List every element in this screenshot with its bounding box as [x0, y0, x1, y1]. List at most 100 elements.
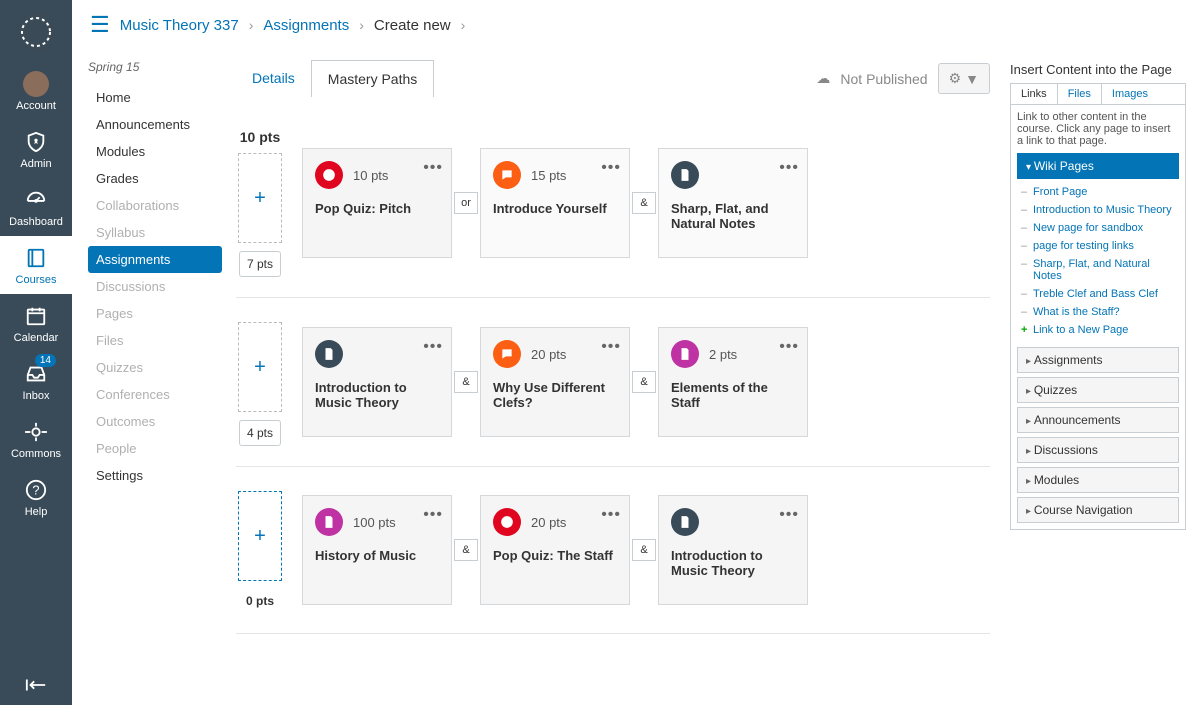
course-nav-announcements[interactable]: Announcements	[88, 111, 222, 138]
path-card[interactable]: ••• 20 pts Why Use Different Clefs?	[480, 327, 630, 437]
nav-label: Admin	[20, 158, 51, 170]
path-card[interactable]: •••15 ptsIntroduce Yourself	[480, 148, 630, 258]
accordion-announcements[interactable]: Announcements	[1017, 407, 1179, 433]
course-nav-settings[interactable]: Settings	[88, 462, 222, 489]
range-top: 10 pts	[240, 129, 280, 145]
help-icon: ?	[0, 476, 72, 504]
tab-details[interactable]: Details	[236, 60, 311, 97]
course-nav-home[interactable]: Home	[88, 84, 222, 111]
course-nav-quizzes[interactable]: Quizzes	[88, 354, 222, 381]
conjunction-&[interactable]: &	[454, 539, 478, 561]
accordion-assignments[interactable]: Assignments	[1017, 347, 1179, 373]
accordion-wiki-pages[interactable]: Wiki Pages	[1017, 153, 1179, 179]
card-title: Why Use Different Clefs?	[493, 380, 617, 410]
wiki-page-link[interactable]: Treble Clef and Bass Clef	[1019, 285, 1177, 303]
hamburger-icon[interactable]: ☰	[90, 12, 110, 38]
course-nav-collaborations[interactable]: Collaborations	[88, 192, 222, 219]
wiki-page-link[interactable]: New page for sandbox	[1019, 219, 1177, 237]
course-nav-conferences[interactable]: Conferences	[88, 381, 222, 408]
nav-account[interactable]: Account	[0, 62, 72, 120]
path-card[interactable]: ••• Introduction to Music Theory	[658, 495, 808, 605]
card-menu-button[interactable]: •••	[601, 338, 621, 356]
sidebar-tab-images[interactable]: Images	[1102, 84, 1158, 104]
sidebar-title: Insert Content into the Page	[1010, 62, 1186, 77]
sidebar-tab-links[interactable]: Links	[1011, 84, 1058, 104]
nav-dashboard[interactable]: Dashboard	[0, 178, 72, 236]
nav-label: Inbox	[23, 390, 50, 402]
wiki-page-link[interactable]: Sharp, Flat, and Natural Notes	[1019, 255, 1177, 285]
accordion-quizzes[interactable]: Quizzes	[1017, 377, 1179, 403]
card-points: 20 pts	[531, 347, 566, 362]
sidebar-tab-files[interactable]: Files	[1058, 84, 1102, 104]
add-item-slot[interactable]: +	[238, 322, 282, 412]
card-points: 15 pts	[531, 168, 566, 183]
link-new-page[interactable]: Link to a New Page	[1019, 321, 1177, 339]
page-icon	[671, 161, 699, 189]
course-nav-outcomes[interactable]: Outcomes	[88, 408, 222, 435]
card-menu-button[interactable]: •••	[423, 506, 443, 524]
sidebar-hint: Link to other content in the course. Cli…	[1017, 111, 1179, 147]
card-menu-button[interactable]: •••	[779, 506, 799, 524]
course-nav-people[interactable]: People	[88, 435, 222, 462]
conjunction-&[interactable]: &	[454, 371, 478, 393]
range-bottom[interactable]: 4 pts	[239, 420, 281, 446]
course-nav-grades[interactable]: Grades	[88, 165, 222, 192]
path-card[interactable]: •••Introduction to Music Theory	[302, 327, 452, 437]
card-menu-button[interactable]: •••	[779, 338, 799, 356]
collapse-nav-button[interactable]	[25, 665, 47, 705]
path-card[interactable]: ••• 10 pts Pop Quiz: Pitch	[302, 148, 452, 258]
chevron-right-icon: ›	[461, 17, 466, 33]
wiki-page-link[interactable]: Front Page	[1019, 183, 1177, 201]
nav-inbox[interactable]: 14 Inbox	[0, 352, 72, 410]
nav-help[interactable]: ? Help	[0, 468, 72, 526]
mastery-path-row: +0 pts•••100 ptsHistory of Music&•••20 p…	[236, 467, 990, 634]
nav-courses[interactable]: Courses	[0, 236, 72, 294]
wiki-page-link[interactable]: Introduction to Music Theory	[1019, 201, 1177, 219]
card-points: 20 pts	[531, 515, 566, 530]
path-card[interactable]: •••20 ptsPop Quiz: The Staff	[480, 495, 630, 605]
add-item-slot[interactable]: +	[238, 153, 282, 243]
nav-label: Help	[25, 506, 48, 518]
conjunction-&[interactable]: &	[632, 371, 656, 393]
course-nav-pages[interactable]: Pages	[88, 300, 222, 327]
course-nav-files[interactable]: Files	[88, 327, 222, 354]
path-card[interactable]: •••Sharp, Flat, and Natural Notes	[658, 148, 808, 258]
course-nav-syllabus[interactable]: Syllabus	[88, 219, 222, 246]
card-menu-button[interactable]: •••	[423, 159, 443, 177]
card-menu-button[interactable]: •••	[779, 159, 799, 177]
card-title: Pop Quiz: Pitch	[315, 201, 439, 216]
course-nav-assignments[interactable]: Assignments	[88, 246, 222, 273]
nav-commons[interactable]: Commons	[0, 410, 72, 468]
card-points: 10 pts	[353, 168, 388, 183]
course-nav-modules[interactable]: Modules	[88, 138, 222, 165]
accordion-course-navigation[interactable]: Course Navigation	[1017, 497, 1179, 523]
card-title: Introduction to Music Theory	[671, 548, 795, 578]
nav-admin[interactable]: Admin	[0, 120, 72, 178]
path-card[interactable]: •••100 ptsHistory of Music	[302, 495, 452, 605]
wiki-page-link[interactable]: What is the Staff?	[1019, 303, 1177, 321]
discussion-icon	[493, 340, 521, 368]
crumb-section[interactable]: Assignments	[263, 17, 349, 34]
range-bottom[interactable]: 7 pts	[239, 251, 281, 277]
card-menu-button[interactable]: •••	[601, 159, 621, 177]
card-menu-button[interactable]: •••	[423, 338, 443, 356]
nav-calendar[interactable]: Calendar	[0, 294, 72, 352]
canvas-logo[interactable]	[16, 12, 56, 52]
cloud-icon: ☁	[816, 70, 830, 87]
nav-label: Dashboard	[9, 216, 63, 228]
course-nav-discussions[interactable]: Discussions	[88, 273, 222, 300]
accordion-discussions[interactable]: Discussions	[1017, 437, 1179, 463]
crumb-course[interactable]: Music Theory 337	[120, 17, 239, 34]
tab-mastery-paths[interactable]: Mastery Paths	[311, 60, 434, 97]
accordion-modules[interactable]: Modules	[1017, 467, 1179, 493]
conjunction-or[interactable]: or	[454, 192, 478, 214]
settings-button[interactable]: ⚙ ▼	[938, 63, 990, 94]
wiki-page-link[interactable]: page for testing links	[1019, 237, 1177, 255]
conjunction-&[interactable]: &	[632, 539, 656, 561]
add-item-slot[interactable]: +	[238, 491, 282, 581]
quiz-icon	[315, 161, 343, 189]
dashboard-icon	[0, 186, 72, 214]
conjunction-&[interactable]: &	[632, 192, 656, 214]
path-card[interactable]: •••2 ptsElements of the Staff	[658, 327, 808, 437]
card-menu-button[interactable]: •••	[601, 506, 621, 524]
